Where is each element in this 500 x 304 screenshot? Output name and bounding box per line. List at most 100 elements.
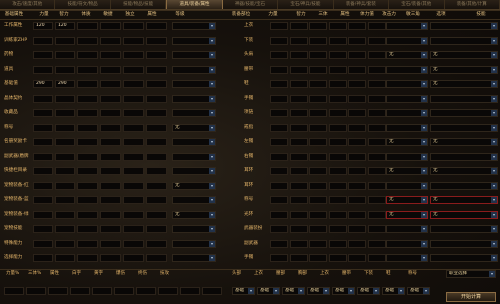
right-input-5-5[interactable] xyxy=(367,94,386,103)
right-input-4-0[interactable] xyxy=(270,80,288,88)
right-input-5-3[interactable] xyxy=(328,94,347,103)
left-input-0-6[interactable] xyxy=(146,22,167,30)
right-input-16-5[interactable] xyxy=(367,254,386,262)
right-select-a-5[interactable]: ▾ xyxy=(386,94,428,103)
right-input-6-0[interactable] xyxy=(270,109,288,117)
left-input-9-4[interactable] xyxy=(100,152,121,161)
left-input-11-5[interactable] xyxy=(123,181,144,190)
right-input-16-0[interactable] xyxy=(270,254,288,262)
right-input-8-2[interactable] xyxy=(309,138,327,146)
left-input-0-2[interactable]: 120 xyxy=(55,22,75,30)
right-input-6-1[interactable] xyxy=(289,109,308,117)
right-input-13-4[interactable] xyxy=(348,210,366,219)
left-input-16-5[interactable] xyxy=(123,254,144,262)
left-input-12-2[interactable] xyxy=(55,196,75,204)
right-input-1-2[interactable] xyxy=(309,36,327,45)
left-select-3[interactable]: ▾ xyxy=(172,65,216,74)
right-input-14-5[interactable] xyxy=(367,225,386,233)
right-input-2-4[interactable] xyxy=(348,51,366,59)
left-input-9-1[interactable] xyxy=(33,152,53,161)
left-select-2[interactable]: ▾ xyxy=(172,51,216,59)
left-input-16-1[interactable] xyxy=(33,254,53,262)
left-input-12-3[interactable] xyxy=(77,196,98,204)
bottom-input-6[interactable] xyxy=(136,287,156,295)
right-input-9-5[interactable] xyxy=(367,152,386,161)
right-select-b-6[interactable]: ▾ xyxy=(430,109,498,117)
left-input-8-1[interactable] xyxy=(33,138,53,146)
bottom-select-12[interactable]: 基础 ▾ xyxy=(282,287,305,295)
right-input-14-2[interactable] xyxy=(309,225,327,233)
left-input-14-6[interactable] xyxy=(146,225,167,233)
right-input-8-1[interactable] xyxy=(289,138,308,146)
left-input-8-6[interactable] xyxy=(146,138,167,146)
left-input-16-2[interactable] xyxy=(55,254,75,262)
left-select-7[interactable]: 无 ▾ xyxy=(172,123,216,132)
right-input-14-0[interactable] xyxy=(270,225,288,233)
left-input-1-1[interactable] xyxy=(33,36,53,45)
right-input-16-2[interactable] xyxy=(309,254,327,262)
left-input-1-5[interactable] xyxy=(123,36,144,45)
left-input-7-4[interactable] xyxy=(100,123,121,132)
bottom-select-14[interactable]: 基础 ▾ xyxy=(332,287,355,295)
right-input-9-0[interactable] xyxy=(270,152,288,161)
left-select-1[interactable]: ▾ xyxy=(172,36,216,45)
right-input-11-4[interactable] xyxy=(348,181,366,190)
left-input-15-2[interactable] xyxy=(55,239,75,248)
right-select-b-16[interactable]: ▾ xyxy=(430,254,498,262)
left-input-1-3[interactable] xyxy=(77,36,98,45)
tab-1[interactable]: 技能/符文/物品 xyxy=(55,0,111,9)
left-input-6-5[interactable] xyxy=(123,109,144,117)
left-input-3-2[interactable] xyxy=(55,65,75,74)
right-input-16-1[interactable] xyxy=(289,254,308,262)
right-input-11-3[interactable] xyxy=(328,181,347,190)
right-input-15-4[interactable] xyxy=(348,239,366,248)
left-input-6-4[interactable] xyxy=(100,109,121,117)
right-input-2-2[interactable] xyxy=(309,51,327,59)
left-input-13-5[interactable] xyxy=(123,210,144,219)
right-input-5-2[interactable] xyxy=(309,94,327,103)
right-input-9-3[interactable] xyxy=(328,152,347,161)
left-input-11-2[interactable] xyxy=(55,181,75,190)
left-input-13-1[interactable] xyxy=(33,210,53,219)
right-input-16-3[interactable] xyxy=(328,254,347,262)
tab-6[interactable]: 装备/神兵/套装 xyxy=(333,0,390,9)
right-select-a-12[interactable]: 无 ▾ xyxy=(386,196,428,204)
right-select-a-0[interactable]: ▾ xyxy=(386,22,428,30)
left-select-15[interactable]: ▾ xyxy=(172,239,216,248)
left-input-5-6[interactable] xyxy=(146,94,167,103)
right-input-5-0[interactable] xyxy=(270,94,288,103)
right-input-0-2[interactable] xyxy=(309,22,327,30)
right-input-7-4[interactable] xyxy=(348,123,366,132)
left-input-2-2[interactable] xyxy=(55,51,75,59)
right-select-b-15[interactable]: ▾ xyxy=(430,239,498,248)
bottom-input-3[interactable] xyxy=(70,287,90,295)
left-input-15-5[interactable] xyxy=(123,239,144,248)
left-input-11-6[interactable] xyxy=(146,181,167,190)
right-input-9-4[interactable] xyxy=(348,152,366,161)
bottom-select-11[interactable]: 基础 ▾ xyxy=(257,287,280,295)
right-input-4-5[interactable] xyxy=(367,80,386,88)
right-input-10-1[interactable] xyxy=(289,167,308,175)
tab-4[interactable]: 神器/技能/宝石 xyxy=(222,0,279,9)
right-input-6-2[interactable] xyxy=(309,109,327,117)
left-input-4-6[interactable] xyxy=(146,80,167,88)
bottom-input-1[interactable] xyxy=(26,287,46,295)
right-input-13-1[interactable] xyxy=(289,210,308,219)
right-input-2-1[interactable] xyxy=(289,51,308,59)
left-input-6-1[interactable] xyxy=(33,109,53,117)
job-select[interactable]: 职业选择 ▾ xyxy=(446,270,496,278)
left-input-15-3[interactable] xyxy=(77,239,98,248)
left-input-6-2[interactable] xyxy=(55,109,75,117)
tab-5[interactable]: 宝石/神兵/技能 xyxy=(278,0,334,9)
left-select-12[interactable]: ▾ xyxy=(172,196,216,204)
right-select-a-2[interactable]: 无 ▾ xyxy=(386,51,428,59)
bottom-select-13[interactable]: 基础 ▾ xyxy=(307,287,330,295)
right-input-8-5[interactable] xyxy=(367,138,386,146)
bottom-input-4[interactable] xyxy=(92,287,112,295)
left-select-13[interactable]: 无 ▾ xyxy=(172,210,216,219)
right-input-13-5[interactable] xyxy=(367,210,386,219)
left-input-5-3[interactable] xyxy=(77,94,98,103)
right-select-a-10[interactable]: 无 ▾ xyxy=(386,167,428,175)
left-input-8-5[interactable] xyxy=(123,138,144,146)
right-input-3-5[interactable] xyxy=(367,65,386,74)
